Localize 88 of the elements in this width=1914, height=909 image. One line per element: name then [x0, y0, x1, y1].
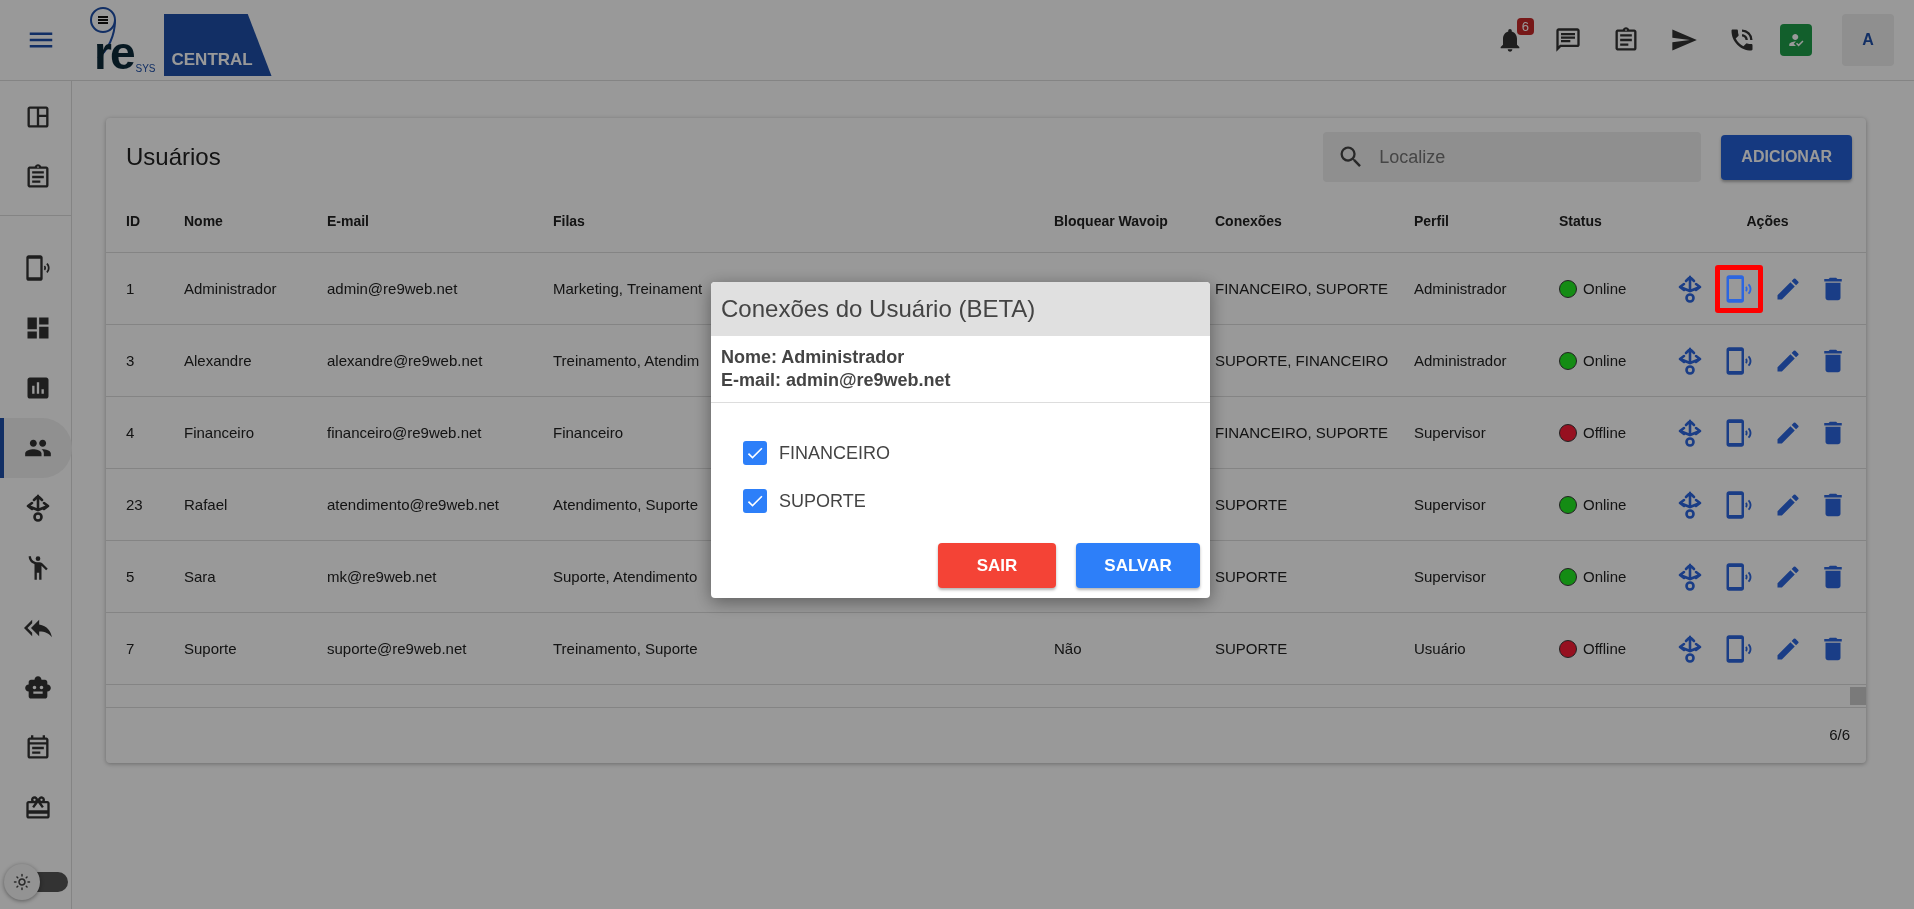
column-header: Status: [1559, 213, 1602, 229]
table-cell: 1: [126, 280, 135, 297]
table-cell: SUPORTE: [1215, 640, 1288, 657]
table-cell: suporte@re9web.net: [327, 640, 467, 657]
status-text: Offline: [1583, 640, 1627, 657]
user-avatar[interactable]: A: [1842, 14, 1894, 66]
column-header: Bloquear Wavoip: [1054, 213, 1168, 229]
page-title: Usuários: [126, 143, 222, 171]
column-header: Filas: [553, 213, 585, 229]
table-cell: Sara: [184, 568, 216, 585]
row-count: 6/6: [1829, 726, 1850, 743]
table-cell: Administrador: [1414, 352, 1507, 369]
chat-icon: [1554, 26, 1582, 54]
logo-text: re: [94, 30, 134, 76]
table-cell: Não: [1054, 640, 1082, 657]
table-cell: Financeiro: [553, 424, 624, 441]
user-name-text: Nome: Administrador: [721, 347, 906, 368]
table-cell: 7: [126, 640, 135, 657]
column-header: Conexões: [1215, 213, 1282, 229]
arrows-split-icon: [24, 493, 51, 523]
gift-icon: [23, 794, 52, 822]
arrows-split-icon: [1676, 633, 1703, 664]
table-cell: Administrador: [184, 280, 277, 297]
table-cell: Usuário: [1414, 640, 1466, 657]
user-email-text: E-mail: admin@re9web.net: [721, 370, 952, 391]
table-cell: atendimento@re9web.net: [327, 496, 499, 513]
table-cell: Alexandre: [184, 352, 252, 369]
table-cell: Supervisor: [1414, 424, 1486, 441]
checkbox-label: SUPORTE: [779, 490, 866, 512]
arrows-split-icon: [1676, 345, 1703, 376]
scrollbar-thumb[interactable]: [1850, 687, 1866, 705]
table-cell: SUPORTE: [1215, 568, 1288, 585]
checkbox[interactable]: [743, 489, 767, 513]
status-text: Online: [1583, 352, 1627, 369]
robot-icon: [23, 674, 52, 702]
notification-count: 6: [1516, 18, 1534, 35]
logo-banner: CENTRAL: [163, 14, 272, 76]
table-cell: Supervisor: [1414, 568, 1486, 585]
arrows-split-icon: [1676, 417, 1703, 448]
arrows-split-icon: [1676, 561, 1703, 592]
dialog-title: Conexões do Usuário (BETA): [711, 282, 1210, 336]
exit-button[interactable]: SAIR: [938, 543, 1056, 588]
user-check-button[interactable]: [1780, 24, 1812, 56]
table-cell: alexandre@re9web.net: [327, 352, 483, 369]
sun-icon: [12, 873, 31, 891]
column-header: ID: [126, 213, 140, 229]
table-cell: financeiro@re9web.net: [327, 424, 482, 441]
column-header: Ações: [1746, 213, 1789, 229]
arrows-split-icon: [1676, 273, 1703, 304]
table-cell: Treinamento, Atendim: [553, 352, 700, 369]
add-button[interactable]: ADICIONAR: [1721, 134, 1852, 180]
save-button[interactable]: SALVAR: [1076, 543, 1200, 588]
column-header: Nome: [184, 213, 223, 229]
table-cell: Administrador: [1414, 280, 1507, 297]
table-cell: 4: [126, 424, 135, 441]
logo-subtext: SYS: [135, 63, 156, 74]
phone-signal-icon: [23, 254, 52, 282]
table-cell: SUPORTE, FINANCEIRO: [1215, 352, 1389, 369]
table-cell: Atendimento, Suporte: [553, 496, 699, 513]
table-cell: Treinamento, Suporte: [553, 640, 698, 657]
table-cell: FINANCEIRO, SUPORTE: [1215, 424, 1389, 441]
table-cell: 3: [126, 352, 135, 369]
status-text: Offline: [1583, 424, 1627, 441]
checkbox-label: FINANCEIRO: [779, 442, 890, 464]
status-text: Online: [1583, 496, 1627, 513]
table-cell: Financeiro: [184, 424, 255, 441]
user-check-icon: [1787, 31, 1805, 49]
table-cell: mk@re9web.net: [327, 568, 437, 585]
table-cell: Rafael: [184, 496, 228, 513]
table-cell: Suporte, Atendimento: [553, 568, 698, 585]
column-header: Perfil: [1414, 213, 1449, 229]
checkbox[interactable]: [743, 441, 767, 465]
table-cell: Suporte: [184, 640, 237, 657]
table-cell: Supervisor: [1414, 496, 1486, 513]
sidebar-item[interactable]: [0, 418, 72, 478]
table-cell: SUPORTE: [1215, 496, 1288, 513]
theme-toggle[interactable]: [3, 863, 68, 901]
table-cell: Marketing, Treinament: [553, 280, 703, 297]
status-text: Online: [1583, 280, 1627, 297]
column-header: E-mail: [327, 213, 369, 229]
status-text: Online: [1583, 568, 1627, 585]
arrows-split-icon: [1676, 489, 1703, 520]
table-cell: 23: [126, 496, 143, 513]
table-cell: 5: [126, 568, 135, 585]
table-cell: FINANCEIRO, SUPORTE: [1215, 280, 1389, 297]
search-field[interactable]: Localize: [1323, 132, 1702, 182]
table-cell: admin@re9web.net: [327, 280, 458, 297]
search-input[interactable]: Localize: [1377, 145, 1688, 169]
